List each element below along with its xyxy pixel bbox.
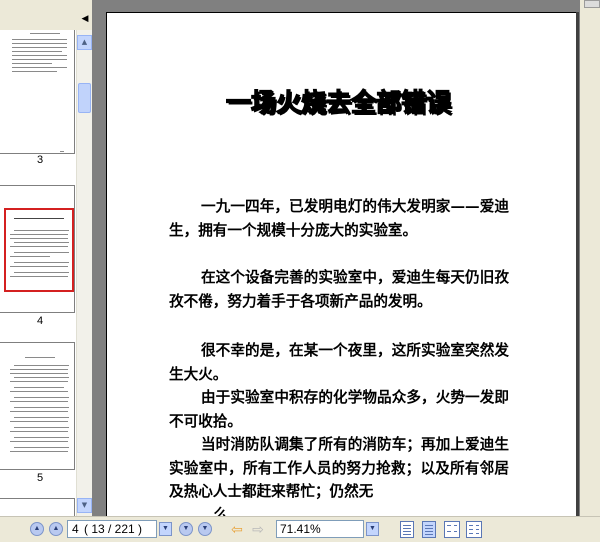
thumbnail-sidebar: ◀ 3 4 5 ▲ ▼ xyxy=(0,0,93,516)
back-arrow-icon[interactable]: ⇦ xyxy=(228,521,246,537)
sidebar-scrollbar[interactable]: ▲ ▼ xyxy=(76,30,92,516)
scrollbar-thumb[interactable] xyxy=(78,83,91,113)
page-dropdown-chevron-icon[interactable]: ▼ xyxy=(159,522,172,536)
page-thumbnail-4[interactable] xyxy=(0,185,75,313)
page-number-field[interactable]: 4 ( 13 / 221 ) xyxy=(67,520,157,538)
collapse-left-arrow-icon[interactable]: ◀ xyxy=(79,13,91,25)
paragraph-4: 由于实验室中积存的化学物品众多，火势一发即不可收拾。 xyxy=(169,389,509,430)
sidebar-header: ◀ xyxy=(0,0,92,30)
scroll-up-icon[interactable]: ▲ xyxy=(77,35,92,50)
paragraph-5: 当时消防队调集了所有的消防车；再加上爱迪生实验室中，所有工作人员的努力抢救；以及… xyxy=(169,436,509,500)
scroll-down-icon[interactable]: ▼ xyxy=(77,498,92,513)
forward-arrow-icon[interactable]: ⇨ xyxy=(249,521,267,537)
last-page-icon[interactable]: ▼ xyxy=(198,522,212,536)
facing-view-icon[interactable] xyxy=(444,521,460,538)
current-page-value: 4 xyxy=(72,522,79,536)
paragraph-6: …么… xyxy=(199,506,243,517)
thumbnail-label-5: 5 xyxy=(36,472,44,484)
page-thumbnail-6[interactable] xyxy=(0,498,75,516)
visible-area-frame[interactable] xyxy=(4,208,74,292)
page-thumbnail-3[interactable] xyxy=(0,30,75,154)
zoom-dropdown-chevron-icon[interactable]: ▼ xyxy=(366,522,379,536)
paragraph-3: 很不幸的是，在某一个夜里，这所实验室突然发生大火。 xyxy=(169,342,509,383)
single-page-view-icon[interactable] xyxy=(400,521,414,538)
page-thumbnail-5[interactable] xyxy=(0,342,75,470)
zoom-field[interactable]: 71.41% xyxy=(276,520,364,538)
thumbnail-label-3: 3 xyxy=(36,154,44,166)
zoom-value: 71.41% xyxy=(280,522,321,536)
document-viewport[interactable]: 一场火烧去全部错误 一九一四年，已发明电灯的伟大发明家——爱迪生，拥有一个规模十… xyxy=(92,0,600,517)
previous-page-icon[interactable]: ▲ xyxy=(49,522,63,536)
page-shadow xyxy=(576,12,579,516)
paragraph-1: 一九一四年，已发明电灯的伟大发明家——爱迪生，拥有一个规模十分庞大的实验室。 xyxy=(169,198,509,239)
thumbnail-list: 3 4 5 xyxy=(0,30,76,516)
navigation-toolbar: ▲ ▲ 4 ( 13 / 221 ) ▼ ▼ ▼ ⇦ ⇨ 71.41% ▼ xyxy=(0,516,600,542)
next-page-icon[interactable]: ▼ xyxy=(179,522,193,536)
continuous-view-icon[interactable] xyxy=(422,521,436,538)
thumbnail-label-4: 4 xyxy=(36,315,44,327)
paragraph-2: 在这个设备完善的实验室中，爱迪生每天仍旧孜孜不倦，努力着手于各项新产品的发明。 xyxy=(169,269,509,310)
right-scroll-strip[interactable] xyxy=(580,0,600,516)
first-page-icon[interactable]: ▲ xyxy=(30,522,44,536)
page-title: 一场火烧去全部错误 xyxy=(225,87,452,117)
scroll-up-icon[interactable] xyxy=(584,0,600,8)
page-count-label: ( 13 / 221 ) xyxy=(84,522,143,536)
continuous-facing-view-icon[interactable] xyxy=(466,521,482,538)
document-page: 一场火烧去全部错误 一九一四年，已发明电灯的伟大发明家——爱迪生，拥有一个规模十… xyxy=(106,12,577,517)
